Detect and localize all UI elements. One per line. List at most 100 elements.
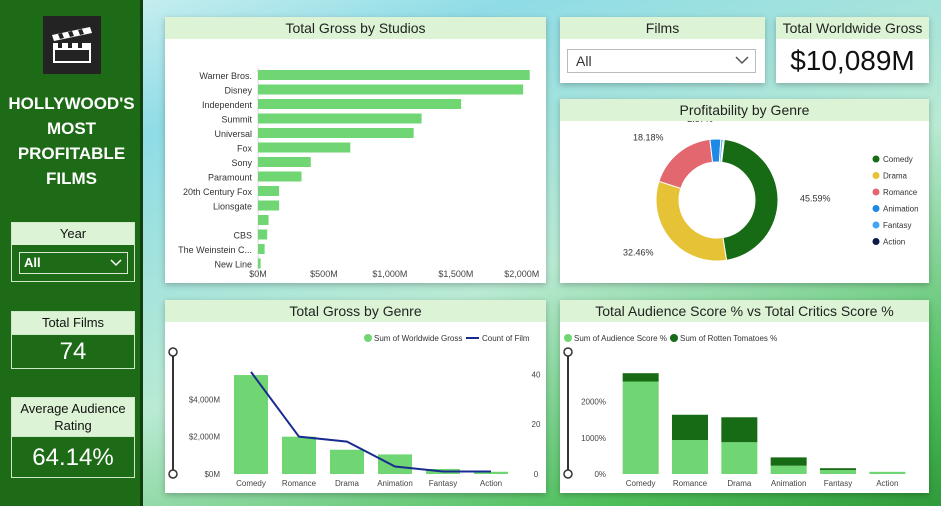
studio-bar [258, 244, 265, 254]
audience-score-bar [770, 465, 807, 474]
audience-vs-critics-panel: Total Audience Score % vs Total Critics … [560, 300, 929, 493]
audience-score-bar [622, 381, 659, 474]
y-tick-label: 1000% [581, 434, 606, 443]
studio-label: The Weinstein C... [178, 245, 252, 255]
y-tick-label: 2000% [581, 398, 606, 407]
y-tick-label-right: 0 [534, 470, 539, 479]
year-dropdown[interactable]: All [19, 252, 128, 274]
total-films-value: 74 [12, 334, 134, 368]
films-dropdown[interactable]: All [567, 49, 756, 73]
legend-marker-rotten-tomatoes [670, 334, 678, 342]
studio-bar [258, 128, 414, 138]
worldwide-gross-label: Total Worldwide Gross [776, 17, 929, 39]
studio-label: Lionsgate [213, 202, 252, 212]
clapperboard-icon [52, 27, 92, 63]
gross-by-genre-title: Total Gross by Genre [165, 300, 546, 322]
avg-rating-card: Average Audience Rating 64.14% [11, 397, 135, 478]
genre-gross-bar [330, 449, 364, 474]
avg-rating-label: Average Audience Rating [12, 398, 134, 436]
studio-label: 20th Century Fox [183, 187, 253, 197]
title-line-4: FILMS [46, 169, 97, 188]
x-tick-label: $1,000M [372, 269, 407, 279]
chevron-down-icon [110, 254, 122, 278]
title-line-1: HOLLYWOOD'S [8, 94, 135, 113]
y-tick-label-right: 20 [532, 420, 541, 429]
studio-bar [258, 229, 268, 240]
x-tick-label: Comedy [236, 479, 266, 488]
x-tick-label: Drama [335, 479, 360, 488]
legend-label: Fantasy [883, 221, 911, 230]
x-tick-label: Fantasy [824, 479, 852, 488]
total-films-label: Total Films [12, 312, 134, 334]
avg-rating-label-line1: Average Audience [20, 401, 126, 416]
profitability-donut-chart: 45.59% 32.46% 18.18% 2.87% Comedy Drama Romanc… [623, 114, 919, 262]
sidebar: HOLLYWOOD'S MOST PROFITABLE FILMS Year A… [0, 0, 143, 506]
critics-score-bar [622, 373, 659, 382]
legend-label: Comedy [883, 155, 913, 164]
worldwide-gross-value: $10,089M [790, 45, 915, 76]
studio-bar [258, 70, 530, 80]
avg-rating-value: 64.14% [12, 436, 134, 477]
legend-marker-animation [872, 205, 880, 212]
gross-by-studios-chart: Warner Bros. Disney Independent Summit Unive… [178, 67, 539, 279]
studio-label: Sony [231, 158, 252, 168]
studio-bar [258, 113, 422, 124]
donut-data-label: 2.87% [687, 121, 713, 124]
gross-by-studios-panel: Total Gross by Studios Warner Bros. Disne… [165, 17, 546, 283]
zoom-slider-handle [563, 469, 573, 479]
studio-bar [258, 215, 269, 225]
studio-label: Fox [237, 144, 253, 154]
legend-label: Romance [883, 188, 918, 197]
year-dropdown-value: All [24, 255, 41, 270]
gross-by-genre-chart: Sum of Worldwide Gross Count of Film $0M $2… [168, 334, 541, 488]
year-slicer-label: Year [12, 223, 134, 245]
legend-marker-drama [872, 172, 880, 179]
x-tick-label: Romance [673, 479, 708, 488]
studio-label: CBS [233, 231, 252, 241]
y-tick-label-left: $2,000M [189, 433, 220, 442]
studio-label: Summit [221, 115, 252, 125]
films-dropdown-value: All [576, 53, 592, 69]
studio-label: Warner Bros. [199, 71, 252, 81]
avg-rating-label-line2: Rating [54, 418, 92, 433]
x-tick-label: Animation [771, 479, 807, 488]
dashboard-title: HOLLYWOOD'S MOST PROFITABLE FILMS [0, 91, 143, 191]
studio-bar [258, 200, 280, 211]
x-tick-label: Romance [282, 479, 317, 488]
chevron-down-icon [735, 50, 749, 76]
studio-label: Disney [224, 86, 252, 96]
critics-score-bar [770, 457, 807, 466]
critics-score-bar [672, 414, 708, 441]
legend-marker-worldwide-gross [364, 334, 372, 342]
legend-marker-fantasy [872, 221, 880, 229]
audience-score-bar [820, 470, 856, 474]
title-line-2: MOST [46, 119, 97, 138]
legend-marker-audience-score [564, 334, 572, 342]
zoom-slider-handle [168, 347, 178, 357]
legend-marker-romance [872, 188, 880, 196]
legend-label: Sum of Audience Score % [574, 334, 667, 343]
legend-label: Sum of Worldwide Gross [374, 334, 462, 343]
total-films-card: Total Films 74 [11, 311, 135, 369]
studio-label: Universal [214, 129, 252, 139]
legend-label: Drama [883, 172, 908, 181]
studio-label: Independent [202, 100, 253, 110]
x-tick-label: $500M [310, 269, 338, 279]
x-tick-label: $1,500M [438, 269, 473, 279]
clapperboard-logo [43, 16, 101, 74]
studio-bar [258, 84, 524, 95]
x-tick-label: Drama [727, 479, 752, 488]
zoom-slider-handle [168, 469, 178, 479]
audience-score-bar [672, 440, 708, 474]
x-tick-label: Animation [377, 479, 413, 488]
x-tick-label: $2,000M [504, 269, 539, 279]
gross-by-genre-panel: Total Gross by Genre Sum of Worldwide Gr… [165, 300, 546, 493]
donut-data-label: 45.59% [800, 193, 831, 203]
studio-bar [258, 142, 351, 153]
y-tick-label: 0% [594, 470, 606, 479]
y-tick-label-right: 40 [532, 370, 541, 379]
x-tick-label: $0M [249, 269, 267, 279]
zoom-slider-handle [563, 347, 573, 357]
legend-label: Sum of Rotten Tomatoes % [680, 334, 777, 343]
legend-marker-comedy [872, 155, 880, 163]
